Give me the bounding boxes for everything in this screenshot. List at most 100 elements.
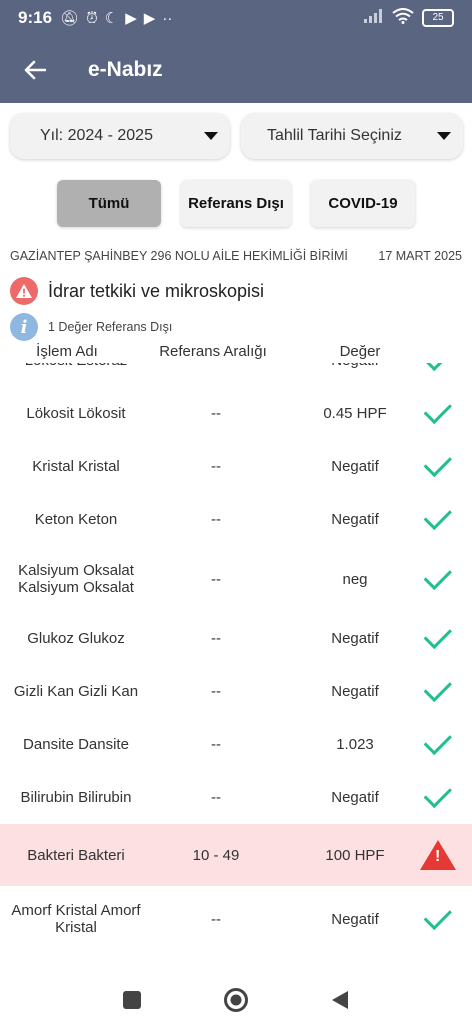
status-bar: 9:16 🔕︎ ⏰︎ ☾ ▶ ▶ ·· 25 bbox=[0, 0, 472, 36]
signal-icon bbox=[364, 8, 384, 28]
table-row[interactable]: Bilirubin Bilirubin -- Negatif bbox=[0, 771, 472, 824]
battery-icon: 25 bbox=[422, 9, 454, 27]
app-title: e-Nabız bbox=[88, 57, 163, 81]
check-icon bbox=[423, 363, 452, 372]
table-row[interactable]: Keton Keton -- Negatif bbox=[0, 493, 472, 546]
test-title: İdrar tetkiki ve mikroskopisi bbox=[48, 280, 265, 301]
check-icon bbox=[423, 673, 452, 703]
triangle-back-icon bbox=[332, 991, 348, 1009]
status-time: 9:16 bbox=[18, 8, 53, 27]
youtube-icon: ▶ bbox=[143, 10, 156, 27]
row-reference-range: -- bbox=[211, 683, 221, 700]
warning-icon bbox=[10, 277, 38, 305]
row-test-name: Bilirubin Bilirubin bbox=[20, 789, 132, 806]
row-test-name: Keton Keton bbox=[34, 511, 118, 528]
row-test-name: Lökosit Lökosit bbox=[26, 405, 126, 422]
home-circle-icon bbox=[224, 988, 248, 1012]
row-status bbox=[410, 363, 466, 387]
row-reference-range: -- bbox=[211, 511, 221, 528]
table-row[interactable]: Dansite Dansite -- 1.023 bbox=[0, 718, 472, 771]
table-row[interactable]: Amorf Kristal Amorf Kristal -- Negatif bbox=[0, 886, 472, 952]
check-icon bbox=[423, 501, 452, 531]
row-test-name: Kalsiyum Oksalat Kalsiyum Oksalat bbox=[18, 562, 134, 596]
app-bar: e-Nabız bbox=[0, 36, 472, 103]
caret-down-icon bbox=[437, 132, 451, 140]
row-reference-range: -- bbox=[211, 910, 221, 928]
row-test-name: Glukoz Glukoz bbox=[27, 630, 125, 647]
table-row[interactable]: Gizli Kan Gizli Kan -- Negatif bbox=[0, 665, 472, 718]
test-date-dropdown[interactable]: Tahlil Tarihi Seçiniz bbox=[241, 113, 463, 159]
tab-covid-19[interactable]: COVID-19 bbox=[311, 180, 415, 227]
results-list[interactable]: Lökosit Esteraz--NegatifLökosit Lökosit-… bbox=[0, 363, 472, 976]
row-test-name: Gizli Kan Gizli Kan bbox=[13, 683, 139, 700]
tab-all[interactable]: Tümü bbox=[57, 180, 161, 227]
row-value: Negatif bbox=[331, 458, 379, 475]
test-header[interactable]: İdrar tetkiki ve mikroskopisi bbox=[10, 277, 264, 305]
row-value: 0.45 HPF bbox=[323, 405, 387, 422]
info-icon: i bbox=[10, 313, 38, 341]
recents-button[interactable] bbox=[102, 976, 162, 1024]
row-value: neg bbox=[342, 570, 368, 588]
results-rows: Lökosit Esteraz--NegatifLökosit Lökosit-… bbox=[0, 363, 472, 952]
out-of-range-summary: 1 Değer Referans Dışı bbox=[48, 320, 173, 334]
row-reference-range: 10 - 49 bbox=[192, 846, 240, 864]
row-status bbox=[410, 440, 466, 493]
table-row[interactable]: Kalsiyum Oksalat Kalsiyum Oksalat -- neg bbox=[0, 546, 472, 612]
table-row[interactable]: Bakteri Bakteri 10 - 49 100 HPF! bbox=[0, 824, 472, 886]
clinic-row: GAZİANTEP ŞAHİNBEY 296 NOLU AİLE HEKİMLİ… bbox=[10, 249, 462, 263]
row-test-name: Dansite Dansite bbox=[23, 736, 129, 753]
column-name: İşlem Adı bbox=[36, 343, 98, 360]
check-icon bbox=[423, 901, 452, 930]
table-row[interactable]: Kristal Kristal -- Negatif bbox=[0, 440, 472, 493]
table-row[interactable]: Lökosit Lökosit -- 0.45 HPF bbox=[0, 387, 472, 440]
youtube-icon: ▶ bbox=[125, 10, 137, 27]
row-status bbox=[410, 665, 466, 718]
warning-triangle-icon: ! bbox=[420, 840, 456, 870]
back-nav-button[interactable] bbox=[310, 976, 370, 1024]
arrow-left-icon bbox=[24, 60, 46, 79]
row-status bbox=[410, 886, 466, 952]
mute-icon: 🔕︎ bbox=[60, 10, 80, 27]
table-row[interactable]: Glukoz Glukoz -- Negatif bbox=[0, 612, 472, 665]
year-dropdown[interactable]: Yıl: 2024 - 2025 bbox=[10, 113, 230, 159]
row-value: Negatif bbox=[331, 630, 379, 647]
row-status bbox=[410, 546, 466, 612]
table-header: İşlem Adı Referans Aralığı Değer bbox=[0, 343, 472, 363]
row-reference-range: -- bbox=[211, 789, 221, 806]
row-test-name: Amorf Kristal Amorf Kristal bbox=[11, 902, 141, 936]
moon-icon: ☾ bbox=[104, 10, 119, 27]
row-value: Negatif bbox=[331, 683, 379, 700]
row-test-name: Lökosit Esteraz bbox=[0, 363, 152, 387]
row-test-name: Kristal Kristal bbox=[32, 458, 120, 475]
row-value: Negatif bbox=[331, 511, 379, 528]
test-date-dropdown-label: Tahlil Tarihi Seçiniz bbox=[267, 127, 402, 144]
row-status bbox=[410, 387, 466, 440]
clinic-name: GAZİANTEP ŞAHİNBEY 296 NOLU AİLE HEKİMLİ… bbox=[10, 249, 348, 263]
column-value: Değer bbox=[339, 343, 381, 360]
back-button[interactable] bbox=[0, 36, 70, 103]
row-reference-range: -- bbox=[152, 363, 280, 387]
wifi-icon bbox=[392, 7, 414, 29]
row-status bbox=[410, 493, 466, 546]
info-row: i 1 Değer Referans Dışı bbox=[10, 313, 172, 341]
check-icon bbox=[423, 561, 452, 590]
table-row[interactable]: Lökosit Esteraz--Negatif bbox=[0, 363, 472, 387]
row-reference-range: -- bbox=[211, 630, 221, 647]
row-reference-range: -- bbox=[211, 458, 221, 475]
row-value: 1.023 bbox=[336, 736, 374, 753]
check-icon bbox=[423, 620, 452, 650]
more-dots-icon: ·· bbox=[162, 9, 173, 27]
alarm-icon: ⏰︎ bbox=[86, 9, 98, 27]
row-reference-range: -- bbox=[211, 570, 221, 588]
square-icon bbox=[123, 991, 141, 1009]
tab-out-of-reference[interactable]: Referans Dışı bbox=[181, 180, 291, 227]
row-reference-range: -- bbox=[211, 736, 221, 753]
year-dropdown-label: Yıl: 2024 - 2025 bbox=[40, 127, 153, 144]
row-value: Negatif bbox=[331, 910, 379, 928]
row-test-name: Bakteri Bakteri bbox=[27, 846, 125, 864]
row-status bbox=[410, 771, 466, 824]
check-icon bbox=[423, 726, 452, 756]
check-icon bbox=[423, 779, 452, 809]
home-button[interactable] bbox=[206, 976, 266, 1024]
row-value: Negatif bbox=[331, 789, 379, 806]
